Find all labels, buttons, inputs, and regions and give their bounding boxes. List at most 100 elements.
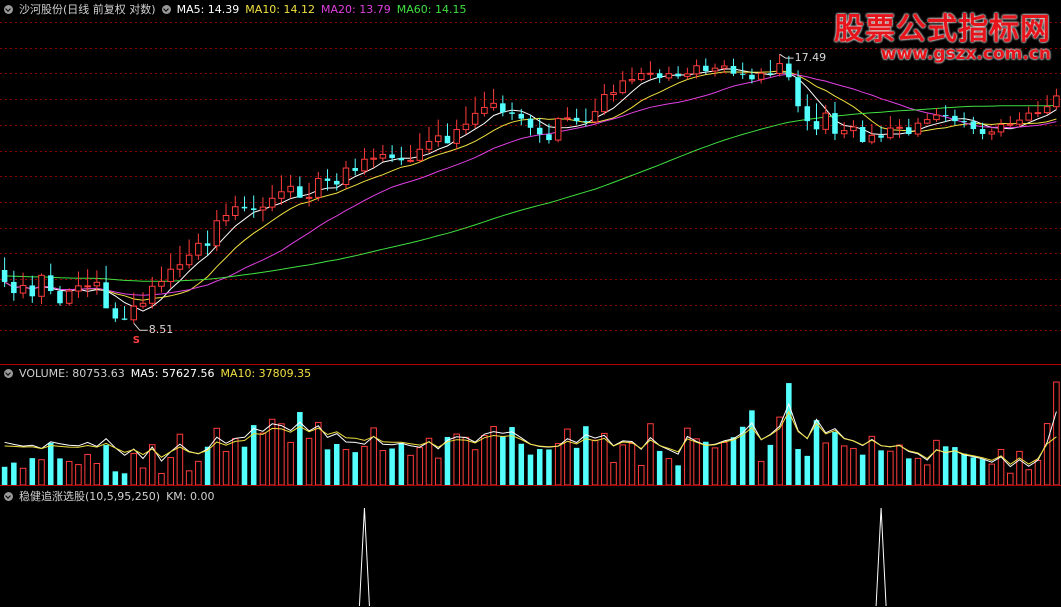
candle-body-up [268,197,276,208]
volume-bar-up [259,432,267,486]
volume-bar-up [379,450,387,486]
candle-body-up [434,135,442,142]
volume-bar-up [287,441,294,486]
candle-body-up [231,206,239,217]
volume-bar-down [813,420,820,485]
ma5-value: MA5: 14.39 [176,3,240,16]
volume-bar-down [961,453,967,485]
candle-body-up [619,80,627,94]
candle-body-down [952,115,958,122]
km-value: KM: 0.00 [166,490,215,503]
volume-bar-up [1053,381,1060,486]
candle-body-up [997,123,1005,133]
candle-body-up [1025,112,1032,121]
volume-bar-down [398,443,405,485]
volume-bar-down [749,410,755,485]
candle-body-up [637,72,645,81]
candle-body-up [38,274,45,297]
volume-bar-down [389,448,395,485]
volume-bar-down [804,455,811,485]
signal-marker: S [132,335,140,347]
volume-bar-down [675,465,681,485]
volume-bar-up [665,458,673,486]
candle-body-down [832,113,838,134]
volume-bar-up [84,453,91,486]
candle-body-up [610,92,617,96]
indicator-panel-header: 稳健追涨选股(10,5,95,250) KM: 0.00 [4,488,220,504]
volume-bar-up [185,470,193,486]
volume-bar-up [361,445,368,486]
candle-body-down [906,127,912,135]
volume-bar-up [167,457,174,486]
indicator-title: 稳健追涨选股(10,5,95,250) [19,490,161,503]
candle-body-up [93,281,101,287]
candle-body-down [29,285,36,297]
chart-canvas[interactable] [0,0,1061,607]
volume-bar-down [527,454,534,485]
candle-body-up [158,281,165,287]
volume-bar-up [997,449,1005,486]
candle-body-down [859,127,866,142]
candle-body-up [84,285,91,288]
candle-body-down [204,243,211,246]
high-price-label: 17.49 [794,51,827,65]
candle-body-up [850,126,857,132]
ma-settings-icon[interactable] [161,5,171,14]
candle-body-down [500,103,506,113]
candle-body-up [315,178,322,198]
moving-average-lines [4,68,1057,312]
candle-body-down [813,121,820,130]
candle-body-down [703,65,709,72]
candle-body-up [370,157,377,160]
volume-bar-up [822,442,830,486]
ma20-value: MA20: 13.79 [321,3,391,16]
volume-bar-up [471,449,479,486]
candle-body-down [786,63,792,78]
volume-bar-up [711,447,719,486]
candle-body-down [121,318,128,320]
volume-bar-up [481,435,488,486]
volume-bar-down [204,446,211,485]
candle-body-down [398,158,405,161]
candle-body-down [536,127,543,135]
volume-bar-up [757,460,765,486]
candle-body-up [665,73,673,79]
candle-body-down [389,154,395,159]
ma10-value: MA10: 14.12 [245,3,316,16]
candle-body-down [352,168,358,171]
candle-body-down [333,180,340,185]
candle-body-up [757,72,765,80]
volume-bar-up [130,452,138,486]
candlesticks [1,53,1060,331]
collapse-toggle-icon[interactable] [4,5,13,14]
volume-bar-down [906,458,912,485]
candle-body-up [287,185,294,193]
km-signal-spike [875,507,887,607]
volume-bar-down [546,449,552,485]
candle-body-down [1,269,8,282]
volume-toggle-icon[interactable] [4,369,13,378]
volume-bar-up [222,451,230,486]
volume-bar-up [887,450,894,486]
volume-bars [1,381,1060,486]
volume-bar-up [75,464,82,486]
candle-body-up [425,140,433,150]
candle-body-up [65,290,73,304]
candle-body-up [195,242,202,256]
volume-bar-down [29,458,36,485]
volume-bar-up [776,416,783,486]
volume-bar-up [610,461,617,486]
candle-body-up [720,65,728,69]
indicator-toggle-icon[interactable] [4,492,13,501]
candle-body-up [259,206,267,211]
volume-bar-up [591,439,599,486]
ma20-line [4,73,1057,296]
volume-bar-up [176,433,184,486]
candle-body-down [795,77,801,107]
candle-body-up [887,127,894,139]
volume-bar-down [444,436,451,485]
indicator-plot [358,507,887,607]
volume-bar-up [554,443,562,486]
volume-ma10-value: MA10: 37809.35 [220,367,312,380]
volume-bar-up [896,444,903,486]
